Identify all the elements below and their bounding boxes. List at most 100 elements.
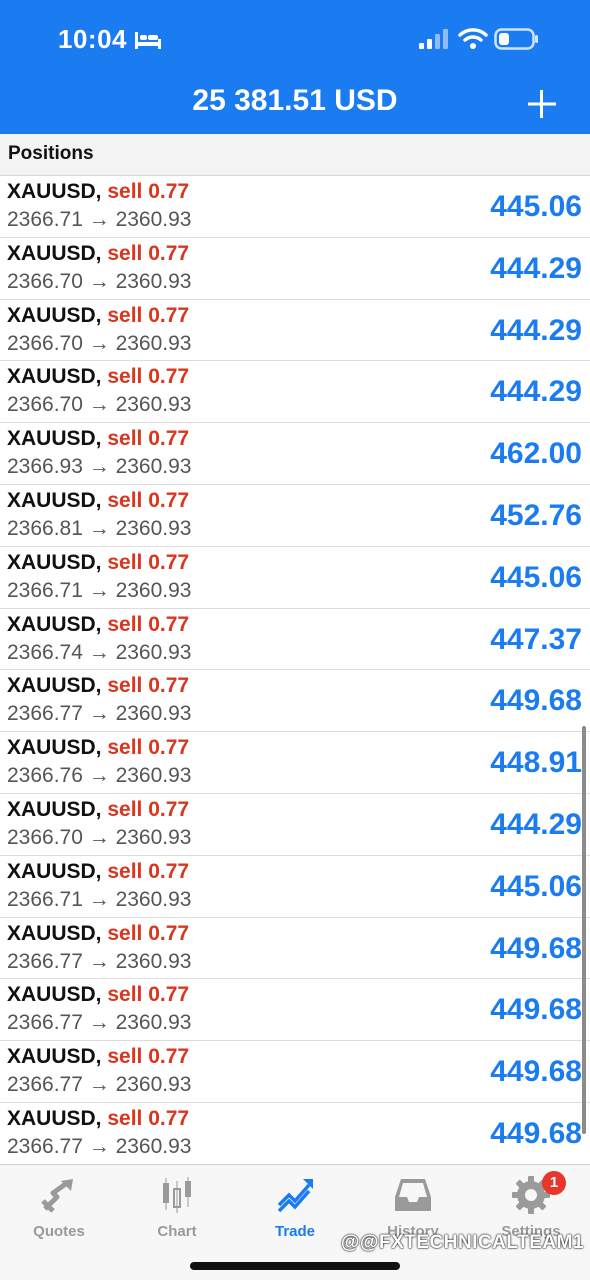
- position-side: sell 0.77: [107, 674, 190, 698]
- position-side: sell 0.77: [107, 180, 190, 203]
- position-row[interactable]: XAUUSD, sell 0.77 2366.77 → 2360.93 449.…: [0, 979, 590, 1042]
- position-side: sell 0.77: [107, 303, 190, 327]
- position-side: sell 0.77: [107, 488, 190, 512]
- position-prices: 2366.77 → 2360.93: [7, 949, 192, 973]
- position-profit: 449.68: [490, 993, 582, 1027]
- position-row[interactable]: XAUUSD, sell 0.77 2366.70 → 2360.93 444.…: [0, 238, 590, 300]
- position-profit: 449.68: [490, 1055, 582, 1089]
- position-row[interactable]: XAUUSD, sell 0.77 2366.93 → 2360.93 462.…: [0, 423, 590, 485]
- tab-label: Quotes: [33, 1223, 85, 1240]
- position-symbol: XAUUSD,: [7, 427, 102, 451]
- tab-chart[interactable]: Chart: [118, 1175, 236, 1247]
- position-symbol: XAUUSD,: [7, 1045, 102, 1069]
- position-symbol: XAUUSD,: [7, 736, 102, 760]
- settings-notification-badge: 1: [542, 1171, 566, 1195]
- position-row[interactable]: XAUUSD, sell 0.77 2366.70 → 2360.93 444.…: [0, 300, 590, 362]
- position-profit: 462.00: [490, 437, 582, 471]
- position-profit: 444.29: [490, 375, 582, 409]
- position-row[interactable]: XAUUSD, sell 0.77 2366.74 → 2360.93 447.…: [0, 609, 590, 671]
- position-profit: 445.06: [490, 190, 582, 223]
- position-profit: 444.29: [490, 313, 582, 347]
- position-symbol: XAUUSD,: [7, 921, 102, 945]
- position-prices: 2366.77 → 2360.93: [7, 1134, 192, 1158]
- position-side: sell 0.77: [107, 550, 190, 574]
- position-side: sell 0.77: [107, 797, 190, 821]
- position-row[interactable]: XAUUSD, sell 0.77 2366.77 → 2360.93 449.…: [0, 1041, 590, 1103]
- positions-section-header: Positions: [0, 134, 590, 176]
- status-time: 10:04: [58, 24, 127, 54]
- position-profit: 452.76: [490, 498, 582, 532]
- sleep-focus-icon: [135, 32, 161, 49]
- wifi-icon: [458, 28, 488, 49]
- position-side: sell 0.77: [107, 241, 190, 265]
- position-profit: 448.91: [490, 746, 582, 780]
- position-prices: 2366.71 → 2360.93: [7, 208, 192, 231]
- position-symbol: XAUUSD,: [7, 303, 102, 327]
- position-row[interactable]: XAUUSD, sell 0.77 2366.71 → 2360.93 445.…: [0, 176, 590, 238]
- position-row[interactable]: XAUUSD, sell 0.77 2366.77 → 2360.93 449.…: [0, 1103, 590, 1164]
- position-row[interactable]: XAUUSD, sell 0.77 2366.70 → 2360.93 444.…: [0, 361, 590, 424]
- position-symbol: XAUUSD,: [7, 612, 102, 636]
- position-side: sell 0.77: [107, 427, 190, 451]
- position-side: sell 0.77: [107, 1045, 190, 1069]
- position-row[interactable]: XAUUSD, sell 0.77 2366.71 → 2360.93 445.…: [0, 856, 590, 918]
- position-profit: 444.29: [490, 251, 582, 285]
- trade-icon: [277, 1179, 313, 1213]
- position-row[interactable]: XAUUSD, sell 0.77 2366.76 → 2360.93 448.…: [0, 732, 590, 794]
- position-symbol: XAUUSD,: [7, 797, 102, 821]
- position-prices: 2366.71 → 2360.93: [7, 578, 192, 602]
- position-row[interactable]: XAUUSD, sell 0.77 2366.77 → 2360.93 449.…: [0, 918, 590, 980]
- position-profit: 449.68: [490, 931, 582, 965]
- position-profit: 444.29: [490, 807, 582, 841]
- position-side: sell 0.77: [107, 859, 190, 883]
- account-balance: 25 381.51 USD: [192, 84, 398, 117]
- position-symbol: XAUUSD,: [7, 859, 102, 883]
- position-profit: 449.68: [490, 684, 582, 718]
- watermark: @@FXTECHNICALTEAM1: [340, 1232, 584, 1253]
- position-symbol: XAUUSD,: [7, 674, 102, 698]
- position-row[interactable]: XAUUSD, sell 0.77 2366.77 → 2360.93 449.…: [0, 670, 590, 733]
- candlestick-icon: [163, 1177, 191, 1213]
- position-side: sell 0.77: [107, 365, 190, 389]
- list-scrollbar[interactable]: [582, 726, 586, 1134]
- position-prices: 2366.70 → 2360.93: [7, 825, 192, 849]
- cellular-signal-icon: [419, 29, 448, 49]
- position-profit: 445.06: [490, 560, 582, 594]
- position-prices: 2366.77 → 2360.93: [7, 1011, 192, 1035]
- position-side: sell 0.77: [107, 921, 190, 945]
- position-side: sell 0.77: [107, 612, 190, 636]
- home-indicator[interactable]: [190, 1262, 400, 1270]
- position-row[interactable]: XAUUSD, sell 0.77 2366.70 → 2360.93 444.…: [0, 794, 590, 856]
- positions-list[interactable]: XAUUSD, sell 0.77 2366.71 → 2360.93 445.…: [0, 176, 590, 1164]
- tab-label: Trade: [274, 1223, 316, 1240]
- position-prices: 2366.93 → 2360.93: [7, 455, 192, 479]
- position-side: sell 0.77: [107, 736, 190, 760]
- position-prices: 2366.81 → 2360.93: [7, 516, 192, 540]
- position-prices: 2366.77 → 2360.93: [7, 702, 192, 726]
- position-symbol: XAUUSD,: [7, 488, 102, 512]
- tab-trade[interactable]: Trade: [236, 1175, 354, 1247]
- position-row[interactable]: XAUUSD, sell 0.77 2366.81 → 2360.93 452.…: [0, 485, 590, 547]
- position-symbol: XAUUSD,: [7, 1106, 102, 1130]
- position-prices: 2366.77 → 2360.93: [7, 1073, 192, 1097]
- position-symbol: XAUUSD,: [7, 983, 102, 1007]
- position-row[interactable]: XAUUSD, sell 0.77 2366.71 → 2360.93 445.…: [0, 547, 590, 609]
- position-profit: 447.37: [490, 622, 582, 656]
- battery-icon: [494, 28, 538, 50]
- quotes-icon: [41, 1179, 73, 1213]
- position-prices: 2366.71 → 2360.93: [7, 887, 192, 911]
- position-prices: 2366.74 → 2360.93: [7, 640, 192, 664]
- new-order-plus-button[interactable]: [522, 84, 562, 124]
- tab-quotes[interactable]: Quotes: [0, 1175, 118, 1247]
- position-symbol: XAUUSD,: [7, 241, 102, 265]
- position-profit: 445.06: [490, 869, 582, 903]
- section-title: Positions: [8, 143, 94, 164]
- position-prices: 2366.70 → 2360.93: [7, 269, 192, 293]
- position-prices: 2366.76 → 2360.93: [7, 764, 192, 788]
- position-prices: 2366.70 → 2360.93: [7, 393, 192, 417]
- position-symbol: XAUUSD,: [7, 550, 102, 574]
- position-symbol: XAUUSD,: [7, 180, 102, 203]
- position-side: sell 0.77: [107, 1106, 190, 1130]
- position-symbol: XAUUSD,: [7, 365, 102, 389]
- position-side: sell 0.77: [107, 983, 190, 1007]
